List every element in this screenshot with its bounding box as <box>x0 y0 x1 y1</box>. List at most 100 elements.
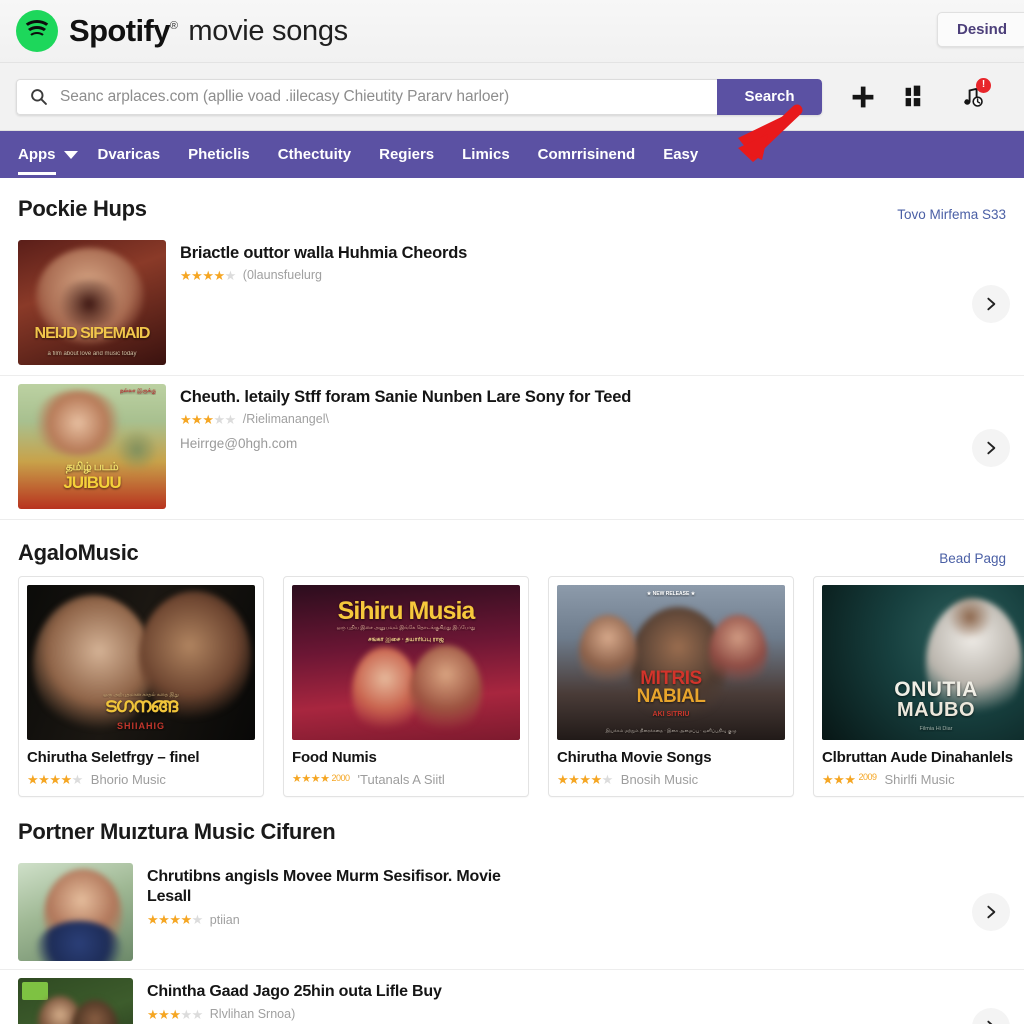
card-title[interactable]: Chirutha Seletfrgy – finel <box>27 749 255 766</box>
poster-art-caption: Filmia Hi Diar <box>919 726 953 732</box>
brand-subtitle: movie songs <box>188 14 348 47</box>
list-item[interactable]: Chintha Gaad Jago 25hin outa Lifle Buy ★… <box>0 970 1024 1024</box>
poster-art-title: Sihiru Musia <box>337 597 476 625</box>
rating-row: ★ ★ ★ ★ ★ ptiian <box>147 913 1006 927</box>
photo-group-green-thumbnail[interactable] <box>18 978 133 1024</box>
star-filled-icon: ★ <box>202 267 214 283</box>
star-filled-icon: ★ <box>180 267 192 283</box>
star-rating: ★ ★ ★ ★ 2000 <box>292 774 350 785</box>
search-placeholder-text: Seanc arplaces.com (apllie voad .iilecas… <box>60 87 510 105</box>
list-item-title[interactable]: Cheuth. letaily Stff foram Sanie Nunben … <box>180 388 1006 407</box>
card-title[interactable]: Clbruttan Aude Dinahanlels <box>822 749 1024 766</box>
chevron-right-icon[interactable] <box>972 428 1010 467</box>
poster-mitris-nabial-thumbnail[interactable]: ★ NEW RELEASE ★ MITRIS NABIAL AKI SITRIU… <box>557 585 785 740</box>
list-item[interactable]: நல்லா இருக்கு தமிழ் படம் JUIBUU Cheuth. … <box>0 376 1024 520</box>
section-link[interactable]: Bead Pagg <box>939 551 1006 566</box>
star-filled-icon: ★ <box>169 1006 181 1022</box>
rating-row: ★ ★ ★ ★ ★ /Rielimanangel\ <box>180 412 1006 426</box>
card-subtitle: 'Tutanals A Siitl <box>357 772 445 787</box>
card[interactable]: ஒரு அற்புதமான காதல் கதை இது ടഗനങ്ങ SHIIA… <box>18 576 264 797</box>
nav-item-easy[interactable]: Easy <box>663 146 716 163</box>
star-filled-icon: ★ <box>301 773 311 785</box>
poster-art-subtitle: AKI SITRIU <box>652 711 690 718</box>
chevron-right-icon[interactable] <box>972 893 1010 931</box>
list-item-body: Cheuth. letaily Stff foram Sanie Nunben … <box>180 384 1006 451</box>
list-item[interactable]: NEIJD SIPEMAID a film about love and mus… <box>0 232 1024 376</box>
card[interactable]: ONUTIA MAUBO Filmia Hi Diar Clbruttan Au… <box>813 576 1024 797</box>
spotify-logo-icon[interactable] <box>16 10 58 52</box>
account-button[interactable]: Desind <box>936 12 1024 47</box>
poster-dark-faces-thumbnail[interactable]: ஒரு அற்புதமான காதல் கதை இது ടഗനങ്ങ SHIIA… <box>27 585 255 740</box>
card[interactable]: ★ NEW RELEASE ★ MITRIS NABIAL AKI SITRIU… <box>548 576 794 797</box>
star-empty-icon: ★ <box>71 772 84 787</box>
section-link[interactable]: Tovo Mirfema S33 <box>897 207 1006 222</box>
card-rating-row: ★ ★ ★ ★ ★ Bhorio Music <box>27 772 255 787</box>
star-filled-icon: ★ <box>158 1006 170 1022</box>
poster-art-caption: ஒரு புதிய இசை அனுபவம் இங்கே தொடங்குகிறது… <box>336 625 476 631</box>
star-filled-icon: ★ <box>27 772 39 787</box>
list-item-title[interactable]: Chrutibns angisls Movee Murm Sesifisor. … <box>147 867 507 908</box>
list-item-title[interactable]: Briactle outtor walla Huhmia Cheords <box>180 244 1006 263</box>
poster-couple-hill-thumbnail[interactable]: நல்லா இருக்கு தமிழ் படம் JUIBUU <box>18 384 166 509</box>
nav-item-regiers[interactable]: Regiers <box>379 146 452 163</box>
plus-icon[interactable] <box>850 84 876 110</box>
card-rating-row: ★ ★ ★ ★ ★ Bnosih Music <box>557 772 785 787</box>
list-item-title[interactable]: Chintha Gaad Jago 25hin outa Lifle Buy <box>147 982 1006 1002</box>
photo-woman-blue-thumbnail[interactable] <box>18 863 133 961</box>
poster-art-subtitle: SHIIAHIG <box>116 721 165 731</box>
star-filled-icon: ★ <box>579 772 591 787</box>
chevron-down-icon[interactable] <box>63 150 78 159</box>
search-bar-row: Seanc arplaces.com (apllie voad .iilecas… <box>0 63 1024 131</box>
section-header-agalomusic: AgaloMusic Bead Pagg <box>0 520 1024 576</box>
star-rating: ★ ★ ★ ★ ★ <box>557 773 613 786</box>
nav-item-dvaricas[interactable]: Dvaricas <box>98 146 179 163</box>
rating-note: ptiian <box>209 912 240 927</box>
section-header-pockie-hups: Pockie Hups Tovo Mirfema S33 <box>0 178 1024 232</box>
star-filled-icon: ★ <box>202 411 214 427</box>
brand-bar: Spotify® movie songs Desind <box>0 0 1024 63</box>
star-rating: ★ ★ ★ ★ ★ <box>180 413 236 426</box>
star-filled-icon: ★ <box>147 1006 159 1022</box>
chevron-right-icon[interactable] <box>972 284 1010 323</box>
rating-note: (0launsfuelurg <box>242 268 322 282</box>
list-item-body: Chrutibns angisls Movee Murm Sesifisor. … <box>147 863 1006 927</box>
star-filled-icon: ★ <box>147 912 159 928</box>
poster-sihiru-musia-thumbnail[interactable]: Sihiru Musia ஒரு புதிய இசை அனுபவம் இங்கே… <box>292 585 520 740</box>
poster-woman-red-thumbnail[interactable]: NEIJD SIPEMAID a film about love and mus… <box>18 240 166 365</box>
card-rating-row: ★ ★ ★ 2009 Shirlfi Music <box>822 772 1024 787</box>
list-item-body: Chintha Gaad Jago 25hin outa Lifle Buy ★… <box>147 978 1006 1021</box>
star-filled-icon: ★ <box>292 773 302 785</box>
nav-item-comrrisinend[interactable]: Comrrisinend <box>538 146 654 163</box>
search-button[interactable]: Search <box>717 78 822 115</box>
rating-count: 2000 <box>331 773 351 783</box>
list-item[interactable]: Chrutibns angisls Movee Murm Sesifisor. … <box>0 855 1024 970</box>
card-title[interactable]: Chirutha Movie Songs <box>557 749 785 766</box>
poster-onutia-maubo-thumbnail[interactable]: ONUTIA MAUBO Filmia Hi Diar <box>822 585 1024 740</box>
nav-item-apps[interactable]: Apps <box>18 146 60 175</box>
brand-registered-mark: ® <box>169 20 178 32</box>
poster-art-title: ടഗനങ്ങ <box>104 695 178 717</box>
star-empty-icon: ★ <box>180 1006 192 1022</box>
brand-name-text: Spotify <box>69 13 170 48</box>
search-input[interactable]: Seanc arplaces.com (apllie voad .iilecas… <box>16 78 717 115</box>
star-filled-icon: ★ <box>590 772 602 787</box>
notifications-wrapper[interactable]: ! <box>958 77 991 110</box>
rating-row: ★ ★ ★ ★ ★ Rlvlihan Srnoa) <box>147 1007 1006 1021</box>
grid-apps-icon[interactable] <box>904 84 930 110</box>
nav-item-pheticlis[interactable]: Pheticlis <box>188 146 268 163</box>
star-rating: ★ ★ ★ ★ ★ <box>147 1008 203 1021</box>
card-title[interactable]: Food Numis <box>292 749 520 766</box>
nav-item-apps-label: Apps <box>18 146 56 163</box>
nav-item-limics[interactable]: Limics <box>462 146 528 163</box>
star-filled-icon: ★ <box>191 411 203 427</box>
nav-item-cthectuity[interactable]: Cthectuity <box>278 146 369 163</box>
poster-art-title-2: NABIAL <box>636 686 706 707</box>
card-subtitle: Bhorio Music <box>90 772 166 787</box>
star-filled-icon: ★ <box>568 772 580 787</box>
section-header-portner-music: Portner Muıztura Music Cifuren <box>0 797 1024 855</box>
nav-active-underline <box>18 172 56 175</box>
card[interactable]: Sihiru Musia ஒரு புதிய இசை அனுபவம் இங்கே… <box>283 576 529 797</box>
star-filled-icon: ★ <box>49 772 61 787</box>
card-grid: ஒரு அற்புதமான காதல் கதை இது ടഗനങ്ങ SHIIA… <box>0 576 1024 797</box>
star-filled-icon: ★ <box>320 773 330 785</box>
